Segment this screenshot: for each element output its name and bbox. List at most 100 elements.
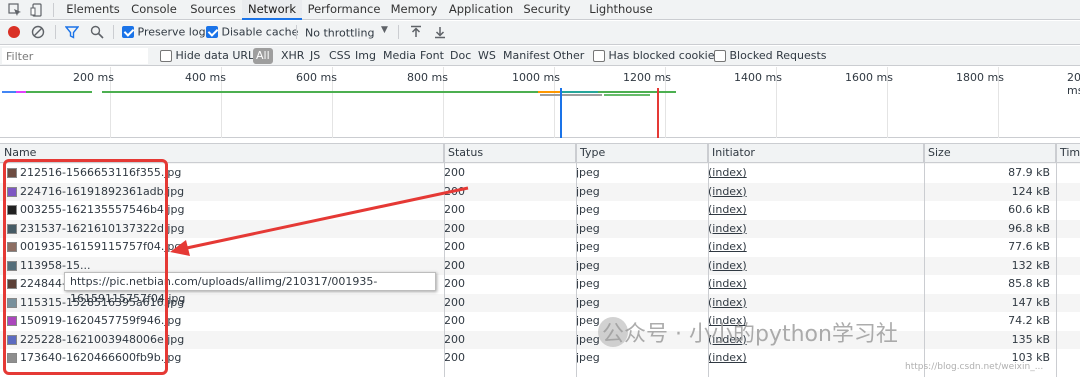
column-size[interactable]: Size <box>924 144 1056 163</box>
column-status[interactable]: Status <box>444 144 576 163</box>
request-type: jpeg <box>576 184 600 198</box>
request-initiator[interactable]: (index) <box>708 201 922 220</box>
request-type: jpeg <box>576 203 600 216</box>
request-status: 200 <box>444 203 465 216</box>
timeline-bar <box>2 91 16 93</box>
throttling-select[interactable]: No throttling ▼ <box>305 25 388 40</box>
filter-type-img[interactable]: Img <box>355 46 376 66</box>
record-icon[interactable] <box>8 26 20 38</box>
has-blocked-cookies-checkbox[interactable] <box>593 50 605 62</box>
request-type: jpeg <box>576 221 600 235</box>
has-blocked-cookies-label: Has blocked cookies <box>608 49 721 62</box>
request-size: 147 kB <box>1011 295 1050 309</box>
request-status: 200 <box>444 351 465 364</box>
timeline-tick: 1000 ms <box>512 71 560 84</box>
watermark-text: 公众号 · 小小的python学习社 <box>602 322 898 347</box>
request-initiator[interactable]: (index) <box>708 294 922 313</box>
tab-application[interactable]: Application <box>444 0 518 20</box>
request-initiator[interactable]: (index) <box>708 275 922 294</box>
blocked-requests-control[interactable]: Blocked Requests <box>714 46 827 66</box>
network-toolbar: Preserve log Disable cache No throttling… <box>0 21 1080 45</box>
network-overview-timeline[interactable]: 200 ms 400 ms 600 ms 800 ms 1000 ms 1200… <box>0 67 1080 138</box>
tab-security[interactable]: Security <box>520 0 574 20</box>
request-size: 85.8 kB <box>1008 277 1050 290</box>
device-toolbar-icon[interactable] <box>30 3 44 17</box>
timeline-tick: 600 ms <box>296 71 337 84</box>
timeline-bar <box>26 91 92 93</box>
request-status: 200 <box>444 314 465 327</box>
inspect-element-icon[interactable] <box>8 3 22 17</box>
request-status: 200 <box>444 166 465 179</box>
timeline-bar <box>598 91 676 93</box>
request-type: jpeg <box>576 295 600 309</box>
preserve-log-control[interactable]: Preserve log <box>122 25 206 39</box>
filter-icon[interactable] <box>65 25 79 39</box>
hide-data-urls-control[interactable]: Hide data URLs <box>160 46 260 66</box>
import-har-icon[interactable] <box>409 25 423 39</box>
timeline-tick: 2000 ms <box>1067 71 1080 97</box>
filter-type-xhr[interactable]: XHR <box>281 46 304 66</box>
filter-bar: Hide data URLs All XHR JS CSS Img Media … <box>0 46 1080 66</box>
timeline-tick: 1200 ms <box>623 71 671 84</box>
timeline-tick: 800 ms <box>407 71 448 84</box>
hide-data-urls-checkbox[interactable] <box>160 50 172 62</box>
filter-type-font[interactable]: Font <box>420 46 444 66</box>
blocked-requests-label: Blocked Requests <box>729 49 827 62</box>
throttling-value: No throttling <box>305 26 375 40</box>
request-initiator[interactable]: (index) <box>708 257 922 276</box>
tab-memory[interactable]: Memory <box>386 0 442 20</box>
request-type: jpeg <box>576 240 600 253</box>
request-status: 200 <box>444 184 465 198</box>
filter-type-js[interactable]: JS <box>310 46 320 66</box>
timeline-tick: 1400 ms <box>734 71 782 84</box>
request-status: 200 <box>444 258 465 272</box>
request-initiator[interactable]: (index) <box>708 164 922 183</box>
tab-console[interactable]: Console <box>126 0 182 20</box>
filter-type-ws[interactable]: WS <box>478 46 496 66</box>
filter-input[interactable] <box>2 48 148 64</box>
request-size: 124 kB <box>1011 184 1050 198</box>
request-initiator[interactable]: (index) <box>708 238 922 257</box>
request-status: 200 <box>444 295 465 309</box>
timeline-tick: 400 ms <box>185 71 226 84</box>
load-event-marker <box>657 88 659 138</box>
timeline-tick: 200 ms <box>73 71 114 84</box>
tab-performance[interactable]: Performance <box>304 0 384 20</box>
search-icon[interactable] <box>90 25 104 39</box>
request-status: 200 <box>444 277 465 290</box>
hide-data-urls-label: Hide data URLs <box>175 49 260 62</box>
blocked-requests-checkbox[interactable] <box>714 50 726 62</box>
watermark-url: https://blog.csdn.net/weixin_... <box>905 362 1044 372</box>
request-initiator[interactable]: (index) <box>708 349 922 368</box>
disable-cache-control[interactable]: Disable cache <box>206 25 298 39</box>
filter-type-other[interactable]: Other <box>553 46 584 66</box>
request-size: 74.2 kB <box>1008 314 1050 327</box>
tab-elements[interactable]: Elements <box>62 0 124 20</box>
filter-type-css[interactable]: CSS <box>329 46 351 66</box>
column-type[interactable]: Type <box>576 144 708 163</box>
timeline-bar <box>16 91 26 93</box>
preserve-log-checkbox[interactable] <box>122 26 134 38</box>
disable-cache-checkbox[interactable] <box>206 26 218 38</box>
export-har-icon[interactable] <box>433 25 447 39</box>
request-type: jpeg <box>576 351 600 364</box>
tab-lighthouse[interactable]: Lighthouse <box>586 0 656 20</box>
column-initiator[interactable]: Initiator <box>708 144 924 163</box>
has-blocked-cookies-control[interactable]: Has blocked cookies <box>593 46 720 66</box>
filter-type-manifest[interactable]: Manifest <box>503 46 550 66</box>
column-time[interactable]: Time <box>1056 144 1080 163</box>
request-type: jpeg <box>576 277 600 290</box>
request-size: 77.6 kB <box>1008 240 1050 253</box>
filter-type-doc[interactable]: Doc <box>450 46 471 66</box>
filter-type-all[interactable]: All <box>253 48 273 64</box>
clear-icon[interactable] <box>31 25 45 39</box>
devtools-tab-bar: Elements Console Sources Network Perform… <box>0 0 1080 20</box>
timeline-bar <box>540 94 602 96</box>
request-initiator[interactable]: (index) <box>708 220 922 239</box>
filter-type-media[interactable]: Media <box>383 46 416 66</box>
request-initiator[interactable]: (index) <box>708 183 922 202</box>
tab-network[interactable]: Network <box>242 0 302 20</box>
request-status: 200 <box>444 221 465 235</box>
tab-sources[interactable]: Sources <box>184 0 242 20</box>
timeline-tick: 1600 ms <box>845 71 893 84</box>
